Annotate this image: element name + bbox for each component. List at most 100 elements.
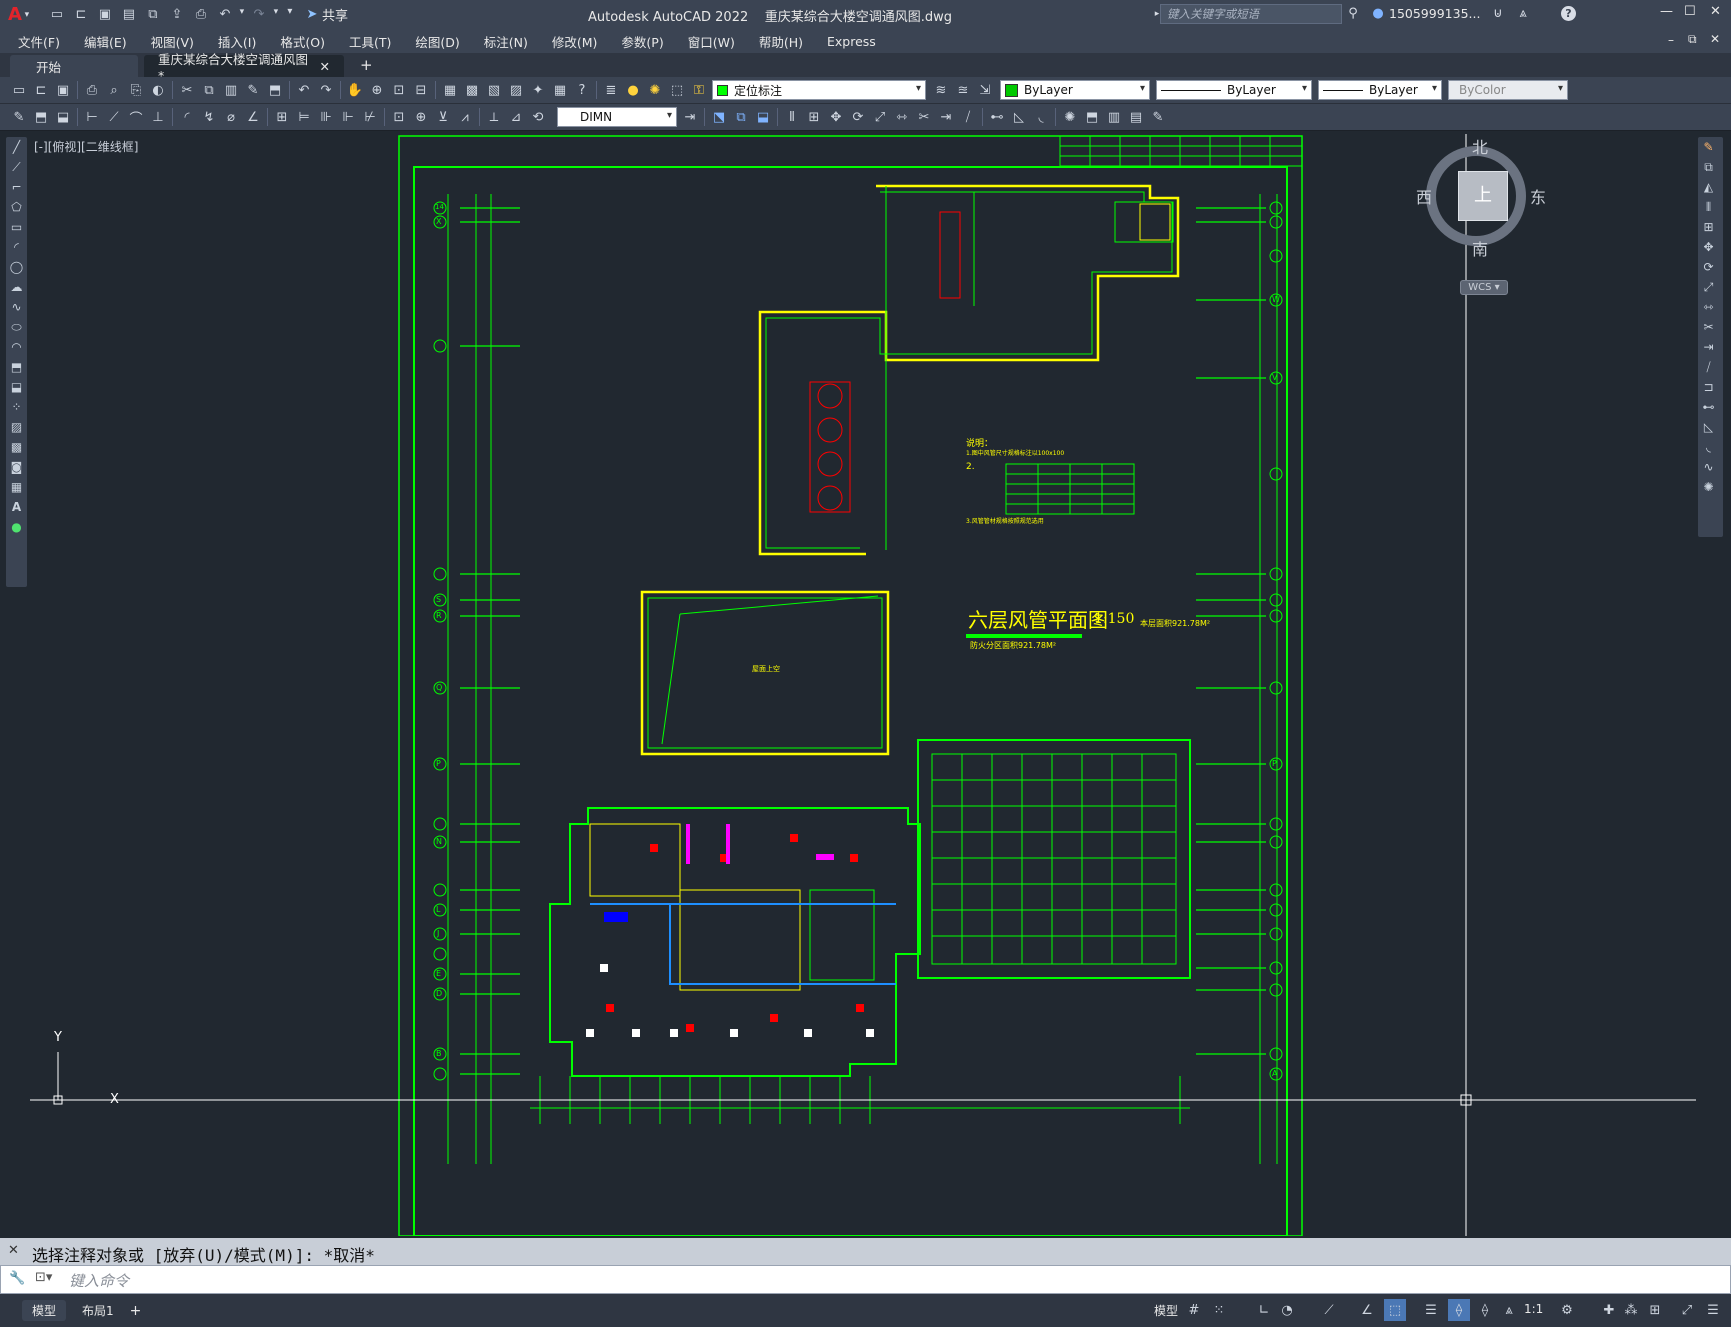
web-save-icon[interactable]: ⇪ xyxy=(166,4,188,26)
layer-lock-icon[interactable]: ⚿ xyxy=(688,79,710,101)
text-edit-icon[interactable]: ✎ xyxy=(1147,106,1169,128)
cut-icon[interactable]: ✂ xyxy=(176,79,198,101)
3d-print-icon[interactable]: ◐ xyxy=(147,79,169,101)
clean-screen-icon[interactable]: ⤢ xyxy=(1676,1299,1698,1321)
compass-west[interactable]: 西 xyxy=(1416,184,1432,208)
match-prop-icon[interactable]: ✎ xyxy=(242,79,264,101)
preview-icon[interactable]: ⌕ xyxy=(103,79,125,101)
grid-icon[interactable]: # xyxy=(1183,1299,1205,1321)
construction-line-icon[interactable]: ⟋ xyxy=(6,157,27,177)
redo-icon[interactable]: ↷ xyxy=(248,4,270,26)
blend-pal-icon[interactable]: ∿ xyxy=(1698,457,1719,477)
move-icon[interactable]: ✥ xyxy=(825,106,847,128)
osnap-icon[interactable]: ⬚ xyxy=(1384,1299,1406,1321)
extend-icon[interactable]: ⇥ xyxy=(935,106,957,128)
make-current-icon[interactable]: ≋ xyxy=(930,79,952,101)
tolerance-icon[interactable]: ⊡ xyxy=(388,106,410,128)
stretch-icon[interactable]: ⇿ xyxy=(891,106,913,128)
cart-icon[interactable]: ⊍ xyxy=(1490,6,1506,22)
recent-commands-icon[interactable]: ⊡▾ xyxy=(35,1270,52,1285)
break-icon[interactable]: ⧸ xyxy=(957,106,979,128)
draworder-icon[interactable]: ⬒ xyxy=(1081,106,1103,128)
region-icon[interactable]: ◙ xyxy=(6,457,27,477)
customize-qat-icon[interactable]: ▾ xyxy=(282,4,298,20)
compass-south[interactable]: 南 xyxy=(1472,236,1488,260)
table-icon[interactable]: ▦ xyxy=(6,477,27,497)
dimstyle-dropdown[interactable]: DIMN ▾ xyxy=(557,107,677,127)
insert-block-icon[interactable]: ⬒ xyxy=(30,106,52,128)
line-icon[interactable]: ╱ xyxy=(6,137,27,157)
point-icon[interactable]: ⁘ xyxy=(6,397,27,417)
save-as-icon[interactable]: ▤ xyxy=(118,4,140,26)
undo-icon-2[interactable]: ↶ xyxy=(293,79,315,101)
zoom-window-icon[interactable]: ⊡ xyxy=(388,79,410,101)
isodraft-icon[interactable]: ⟋ xyxy=(1318,1299,1340,1321)
menu-parametric[interactable]: 参数(P) xyxy=(609,32,675,51)
sheet-set-icon[interactable]: ▨ xyxy=(505,79,527,101)
revcloud-icon[interactable]: ☁ xyxy=(6,277,27,297)
print-icon[interactable]: ⎙ xyxy=(81,79,103,101)
inspect-icon[interactable]: ⊻ xyxy=(432,106,454,128)
compass-north[interactable]: 北 xyxy=(1472,134,1488,158)
layer-state-icon[interactable]: ⇲ xyxy=(974,79,996,101)
make-block-icon[interactable]: ⬓ xyxy=(6,377,27,397)
save-icon-2[interactable]: ▣ xyxy=(52,79,74,101)
save-icon[interactable]: ▣ xyxy=(94,4,116,26)
linear-dim-icon[interactable]: ⊢ xyxy=(81,106,103,128)
annotation-scale-value[interactable]: 1:1 xyxy=(1524,1302,1543,1316)
scale-pal-icon[interactable]: ⤢ xyxy=(1698,277,1719,297)
explode-icon[interactable]: ✺ xyxy=(1059,106,1081,128)
gradient-icon[interactable]: ▩ xyxy=(6,437,27,457)
undo-dropdown-icon[interactable]: ▾ xyxy=(238,4,246,20)
annotation-scale-icon[interactable]: ⩓ xyxy=(1498,1299,1520,1321)
search-box[interactable]: 键入关键字或短语 xyxy=(1160,4,1342,24)
join-pal-icon[interactable]: ⊷ xyxy=(1698,397,1719,417)
jogged-linear-icon[interactable]: ⩘ xyxy=(454,106,476,128)
move-pal-icon[interactable]: ✥ xyxy=(1698,237,1719,257)
rectangle-icon[interactable]: ▭ xyxy=(6,217,27,237)
units-icon[interactable]: ⁂ xyxy=(1620,1299,1642,1321)
tab-model[interactable]: 模型 xyxy=(22,1300,67,1321)
continue-dim-icon[interactable]: ⊪ xyxy=(315,106,337,128)
lineweight-dropdown[interactable]: ByLayer ▾ xyxy=(1318,80,1442,100)
quick-properties-icon[interactable]: ⊞ xyxy=(1644,1299,1666,1321)
menu-draw[interactable]: 绘图(D) xyxy=(403,32,471,51)
ellipse-arc-icon[interactable]: ◠ xyxy=(6,337,27,357)
circle-icon[interactable]: ◯ xyxy=(6,257,27,277)
minimize-button[interactable]: — xyxy=(1660,4,1673,19)
help-toolbar-icon[interactable]: ? xyxy=(571,79,593,101)
linetype-dropdown[interactable]: ByLayer ▾ xyxy=(1156,80,1312,100)
layer-previous-icon[interactable]: ≊ xyxy=(952,79,974,101)
arc-icon[interactable]: ◜ xyxy=(6,237,27,257)
tab-drawing[interactable]: 重庆某综合大楼空调通风图* ✕ xyxy=(144,52,344,83)
annotation-visibility-icon[interactable]: ⟠ xyxy=(1448,1299,1470,1321)
layer-freeze-icon[interactable]: ✺ xyxy=(644,79,666,101)
arc-dim-icon[interactable]: ⌒ xyxy=(125,106,147,128)
drawing-canvas[interactable]: [-][俯视][二维线框] Y X 六层风管平面图 1:150 本层面积921.… xyxy=(30,134,1696,1236)
pan-icon[interactable]: ✋ xyxy=(344,79,366,101)
polygon-icon[interactable]: ⬠ xyxy=(6,197,27,217)
layer-viewport-icon[interactable]: ⬚ xyxy=(666,79,688,101)
array-icon[interactable]: ⊞ xyxy=(803,106,825,128)
tab-layout1[interactable]: 布局1 xyxy=(72,1300,124,1321)
redo-dropdown-icon[interactable]: ▾ xyxy=(272,4,280,20)
dim-text-edit-icon[interactable]: ⊿ xyxy=(505,106,527,128)
properties-icon[interactable]: ▦ xyxy=(439,79,461,101)
chamfer-icon[interactable]: ◺ xyxy=(1008,106,1030,128)
chamfer-pal-icon[interactable]: ◺ xyxy=(1698,417,1719,437)
center-mark-icon[interactable]: ⊕ xyxy=(410,106,432,128)
menu-tools[interactable]: 工具(T) xyxy=(337,32,403,51)
command-close-icon[interactable]: ✕ xyxy=(8,1243,19,1258)
model-space-button[interactable]: 模型 xyxy=(1154,1302,1178,1319)
annotation-monitor-icon[interactable]: ✚ xyxy=(1598,1299,1620,1321)
radius-dim-icon[interactable]: ◜ xyxy=(176,106,198,128)
open-icon[interactable]: ⊏ xyxy=(30,79,52,101)
menu-modify[interactable]: 修改(M) xyxy=(540,32,610,51)
dim-update-icon[interactable]: ⟲ xyxy=(527,106,549,128)
undo-icon[interactable]: ↶ xyxy=(214,4,236,26)
block-editor-icon[interactable]: ⬒ xyxy=(264,79,286,101)
layer-dropdown[interactable]: 定位标注 ▾ xyxy=(712,80,926,100)
layer-properties-icon[interactable]: ≣ xyxy=(600,79,622,101)
new-tab-button[interactable]: + xyxy=(360,56,373,74)
attribute-icon[interactable]: ⬓ xyxy=(52,106,74,128)
